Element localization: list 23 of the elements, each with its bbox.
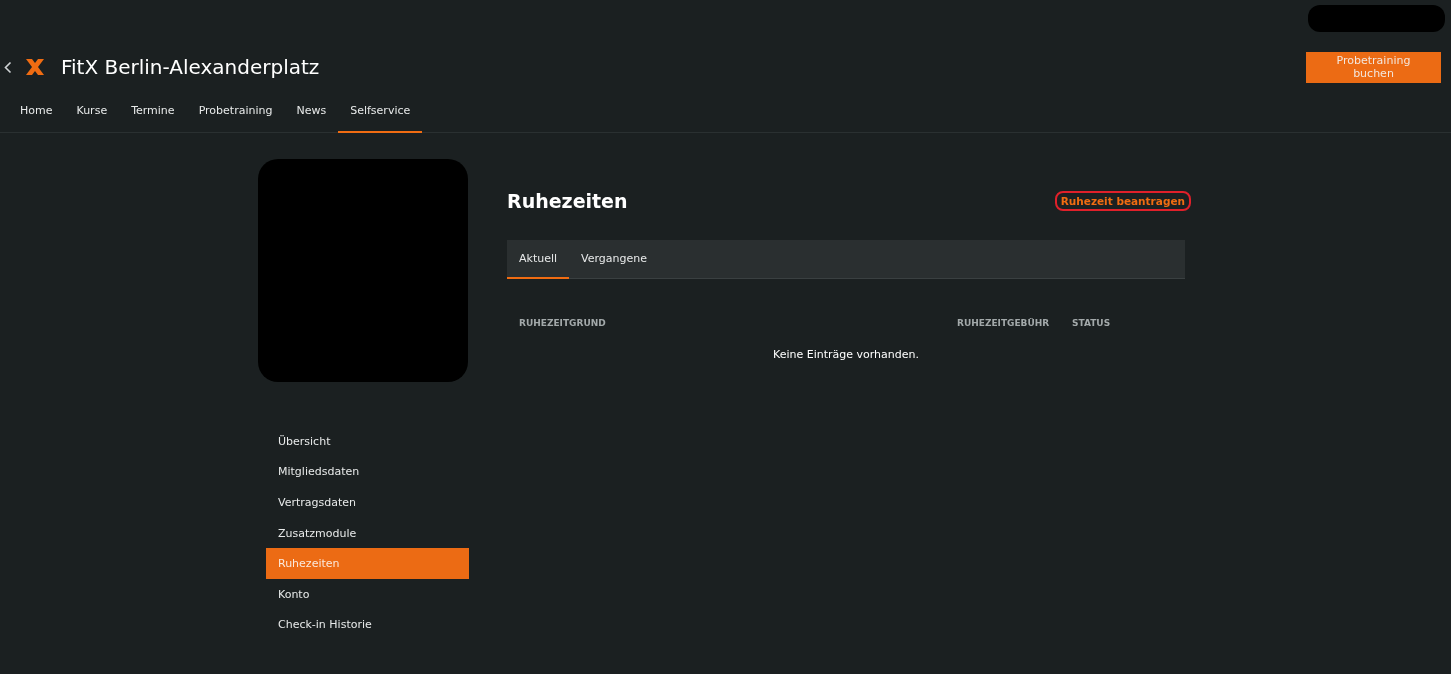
column-header: STATUS <box>1072 318 1111 328</box>
sidebar-item[interactable]: Übersicht <box>266 426 469 457</box>
nav-tab[interactable]: Kurse <box>64 90 120 133</box>
request-rest-period-link[interactable]: Ruhezeit beantragen <box>1054 191 1191 211</box>
tab[interactable]: Aktuell <box>507 240 570 279</box>
logo-icon <box>24 57 46 77</box>
sidebar-item[interactable]: Mitgliedsdaten <box>266 456 469 488</box>
sidebar-item[interactable]: Zusatzmodule <box>266 517 469 549</box>
nav-tab[interactable]: Selfservice <box>338 90 423 133</box>
nav-tab[interactable]: News <box>284 90 339 133</box>
sidebar-item[interactable]: Check-in Historie <box>266 609 469 641</box>
page-heading: Ruhezeiten <box>507 190 628 212</box>
sidebar-item[interactable]: Konto <box>266 578 469 610</box>
nav-tab[interactable]: Home <box>8 90 65 133</box>
nav-tab[interactable]: Probetraining <box>186 90 285 133</box>
sidebar-item[interactable]: Vertragsdaten <box>266 487 469 518</box>
nav-tab[interactable]: Termine <box>119 90 187 133</box>
column-header: RUHEZEITGEBÜHR <box>957 318 1051 328</box>
empty-message: Keine Einträge vorhanden. <box>773 348 919 361</box>
back-chevron-icon[interactable] <box>4 60 12 74</box>
tab[interactable]: Vergangene <box>569 240 659 279</box>
column-header: RUHEZEITGRUND <box>519 318 607 328</box>
gym-title: FitX Berlin-Alexanderplatz <box>61 55 320 79</box>
